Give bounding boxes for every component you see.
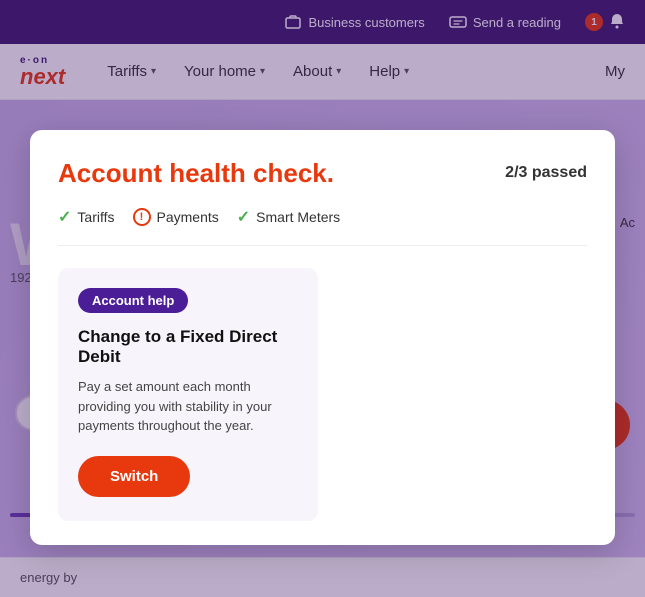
modal-title: Account health check. [58,158,334,189]
check-smart-meters: ✓ Smart Meters [237,207,340,227]
inner-card-title: Change to a Fixed Direct Debit [78,327,298,367]
modal-passed: 2/3 passed [505,164,587,182]
switch-button[interactable]: Switch [78,456,190,497]
check-green-icon-2: ✓ [237,207,250,227]
account-help-badge: Account help [78,288,188,313]
check-payments-label: Payments [157,209,219,225]
check-green-icon: ✓ [58,207,71,227]
inner-card: Account help Change to a Fixed Direct De… [58,268,318,521]
check-smart-meters-label: Smart Meters [256,209,340,225]
health-check-modal: Account health check. 2/3 passed ✓ Tarif… [30,130,615,545]
inner-card-description: Pay a set amount each month providing yo… [78,377,298,436]
check-tariffs-label: Tariffs [77,209,114,225]
check-tariffs: ✓ Tariffs [58,207,115,227]
warning-circle-icon: ! [133,208,151,226]
modal-header: Account health check. 2/3 passed [58,158,587,189]
check-payments: ! Payments [133,208,219,226]
modal-checks: ✓ Tariffs ! Payments ✓ Smart Meters [58,207,587,246]
